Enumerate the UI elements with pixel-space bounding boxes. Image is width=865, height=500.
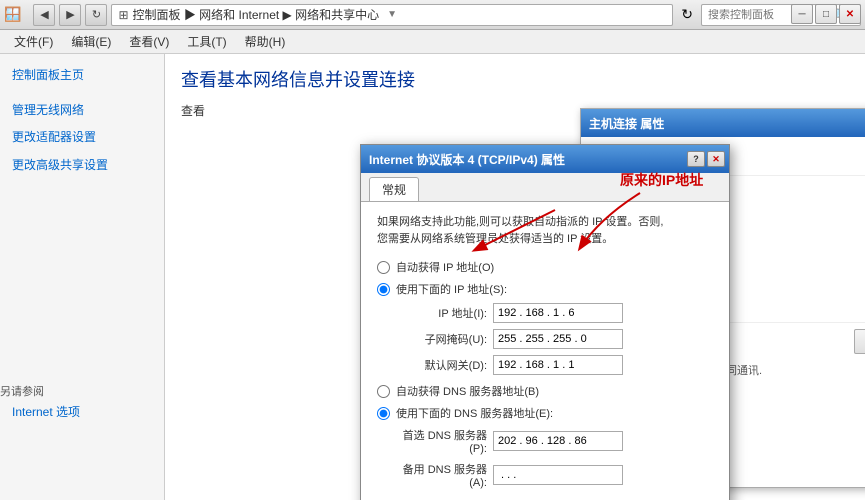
sidebar-item-sharing[interactable]: 更改高级共享设置 xyxy=(0,152,164,179)
gateway-label: 默认网关(D): xyxy=(397,357,487,373)
alt-dns-input[interactable] xyxy=(493,465,623,485)
alt-dns-label: 备用 DNS 服务器(A): xyxy=(397,461,487,489)
manual-ip-label: 使用下面的 IP 地址(S): xyxy=(396,281,507,297)
maximize-button[interactable]: □ xyxy=(815,4,837,24)
subnet-label: 子网掩码(U): xyxy=(397,331,487,347)
close-button[interactable]: ✕ xyxy=(839,4,861,24)
gateway-input[interactable] xyxy=(493,355,623,375)
uninstall-button[interactable]: 卸载(U) xyxy=(854,329,865,354)
content-area: 查看基本网络信息并设置连接 查看 主机连接 属性 ? ✕ Family Cont… xyxy=(165,54,865,500)
manual-dns-label: 使用下面的 DNS 服务器地址(E): xyxy=(396,405,553,421)
ip-address-input[interactable] xyxy=(493,303,623,323)
manual-ip-radio[interactable] xyxy=(377,283,390,296)
minimize-button[interactable]: ─ xyxy=(791,4,813,24)
manual-dns-row: 使用下面的 DNS 服务器地址(E): xyxy=(377,405,713,421)
main-layout: 控制面板主页 管理无线网络 更改适配器设置 更改高级共享设置 另请参阅 Inte… xyxy=(0,54,865,500)
auto-ip-row: 自动获得 IP 地址(O) xyxy=(377,259,713,275)
primary-dns-label: 首选 DNS 服务器(P): xyxy=(397,427,487,455)
sidebar-item-internet-options[interactable]: Internet 选项 xyxy=(0,399,164,426)
back-button[interactable]: ◀ xyxy=(33,4,55,26)
auto-ip-radio[interactable] xyxy=(377,261,390,274)
breadcrumb-text: 控制面板 ▶ 网络和 Internet ▶ 网络和共享中心 xyxy=(133,6,380,23)
subnet-input[interactable] xyxy=(493,329,623,349)
refresh-button[interactable]: ↻ xyxy=(85,4,107,26)
dns-form: 首选 DNS 服务器(P): 备用 DNS 服务器(A): xyxy=(397,427,713,489)
sidebar: 控制面板主页 管理无线网络 更改适配器设置 更改高级共享设置 另请参阅 Inte… xyxy=(0,54,165,500)
alt-dns-row: 备用 DNS 服务器(A): xyxy=(397,461,713,489)
menu-file[interactable]: 文件(F) xyxy=(6,31,61,52)
dialog-close-btn[interactable]: ✕ xyxy=(707,151,725,167)
ip-address-row: IP 地址(I): xyxy=(397,303,713,323)
app-icon: 🪟 xyxy=(4,6,21,23)
manual-ip-row: 使用下面的 IP 地址(S): xyxy=(377,281,713,297)
dialog-body: 如果网络支持此功能,则可以获取自动指派的 IP 设置。否则, 您需要从网络系统管… xyxy=(361,202,729,500)
tab-general[interactable]: 常规 xyxy=(369,177,419,201)
window-controls: 🪟 xyxy=(4,6,25,23)
breadcrumb-dropdown-icon[interactable]: ▼ xyxy=(387,9,397,20)
primary-dns-row: 首选 DNS 服务器(P): xyxy=(397,427,713,455)
sidebar-item-wireless[interactable]: 管理无线网络 xyxy=(0,97,164,124)
menu-bar: 文件(F) 编辑(E) 查看(V) 工具(T) 帮助(H) xyxy=(0,30,865,54)
dialog-tabs: 常规 xyxy=(361,173,729,202)
dns-section: 自动获得 DNS 服务器地址(B) 使用下面的 DNS 服务器地址(E): 首选… xyxy=(377,383,713,489)
auto-dns-radio[interactable] xyxy=(377,385,390,398)
sidebar-item-adapter[interactable]: 更改适配器设置 xyxy=(0,124,164,151)
primary-dns-input[interactable] xyxy=(493,431,623,451)
ip-address-label: IP 地址(I): xyxy=(397,305,487,321)
tcp-ip-dialog: Internet 协议版本 4 (TCP/IPv4) 属性 ? ✕ 常规 如果网… xyxy=(360,144,730,500)
also-ref-label: 另请参阅 xyxy=(0,383,164,399)
dialog-title-icons: ? ✕ xyxy=(687,151,725,167)
ip-form: IP 地址(I): 子网掩码(U): 默认网关(D): xyxy=(397,303,713,375)
title-bar: 🪟 ◀ ▶ ↻ ⊞ 控制面板 ▶ 网络和 Internet ▶ 网络和共享中心 … xyxy=(0,0,865,30)
tcp-dialog-title-bar: Internet 协议版本 4 (TCP/IPv4) 属性 ? ✕ xyxy=(361,145,729,173)
menu-tools[interactable]: 工具(T) xyxy=(179,31,234,52)
breadcrumb-icon: ⊞ xyxy=(118,8,128,22)
menu-help[interactable]: 帮助(H) xyxy=(237,31,294,52)
menu-view[interactable]: 查看(V) xyxy=(121,31,177,52)
auto-dns-label: 自动获得 DNS 服务器地址(B) xyxy=(396,383,539,399)
dialog-help-btn[interactable]: ? xyxy=(687,151,705,167)
subnet-row: 子网掩码(U): xyxy=(397,329,713,349)
sidebar-item-home[interactable]: 控制面板主页 xyxy=(0,62,164,89)
auto-ip-label: 自动获得 IP 地址(O) xyxy=(396,259,494,275)
menu-edit[interactable]: 编辑(E) xyxy=(63,31,119,52)
page-title: 查看基本网络信息并设置连接 xyxy=(181,66,849,92)
tcp-dialog-title: Internet 协议版本 4 (TCP/IPv4) 属性 xyxy=(369,151,565,168)
dialog-description: 如果网络支持此功能,则可以获取自动指派的 IP 设置。否则, 您需要从网络系统管… xyxy=(377,214,713,247)
gateway-row: 默认网关(D): xyxy=(397,355,713,375)
title-bar-left: 🪟 ◀ ▶ ↻ ⊞ 控制面板 ▶ 网络和 Internet ▶ 网络和共享中心 … xyxy=(4,4,861,26)
window-control-buttons: ─ □ ✕ xyxy=(791,4,861,24)
breadcrumb: ⊞ 控制面板 ▶ 网络和 Internet ▶ 网络和共享中心 ▼ xyxy=(111,4,673,26)
auto-dns-row: 自动获得 DNS 服务器地址(B) xyxy=(377,383,713,399)
manual-dns-radio[interactable] xyxy=(377,407,390,420)
forward-button[interactable]: ▶ xyxy=(59,4,81,26)
adapter-panel-title: 主机连接 属性 ? ✕ xyxy=(581,109,865,137)
refresh-icon[interactable]: ↻ xyxy=(681,6,693,23)
